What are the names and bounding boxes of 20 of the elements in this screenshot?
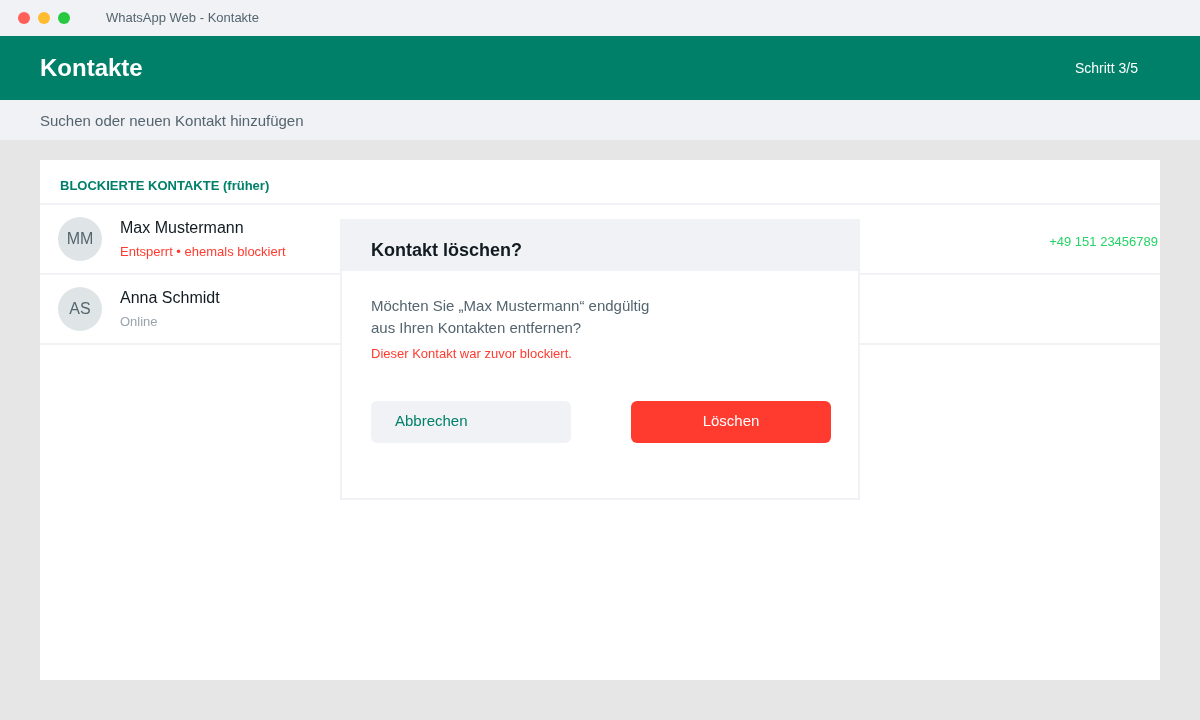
contact-status: Entsperrt • ehemals blockiert <box>120 243 286 262</box>
search-field[interactable]: Suchen oder neuen Kontakt hinzufügen <box>0 100 1200 140</box>
dialog-message: Möchten Sie „Max Mustermann“ endgültig aus Ihren Kontakten entfernen? <box>371 296 651 338</box>
maximize-window-icon[interactable] <box>58 12 70 24</box>
cancel-button[interactable]: Abbrechen <box>371 400 571 443</box>
contact-name: Anna Schmidt <box>120 288 220 309</box>
section-title: BLOCKIERTE KONTAKTE (früher) <box>60 176 270 195</box>
delete-button[interactable]: Löschen <box>631 400 831 443</box>
minimize-window-icon[interactable] <box>38 12 50 24</box>
contact-name: Max Mustermann <box>120 218 245 239</box>
close-window-icon[interactable] <box>18 12 30 24</box>
avatar: MM <box>58 217 102 261</box>
contact-status: Online <box>120 313 159 332</box>
page-title: Kontakte <box>40 53 143 83</box>
warning-text: Dieser Kontakt war zuvor blockiert. <box>371 345 573 363</box>
dialog-title: Kontakt löschen? <box>371 238 522 262</box>
step-indicator: Schritt 3/5 <box>1074 58 1138 78</box>
phone-number: +49 151 23456789 <box>1049 233 1158 251</box>
avatar: AS <box>58 287 102 331</box>
window-title: WhatsApp Web - Kontakte <box>106 9 259 28</box>
